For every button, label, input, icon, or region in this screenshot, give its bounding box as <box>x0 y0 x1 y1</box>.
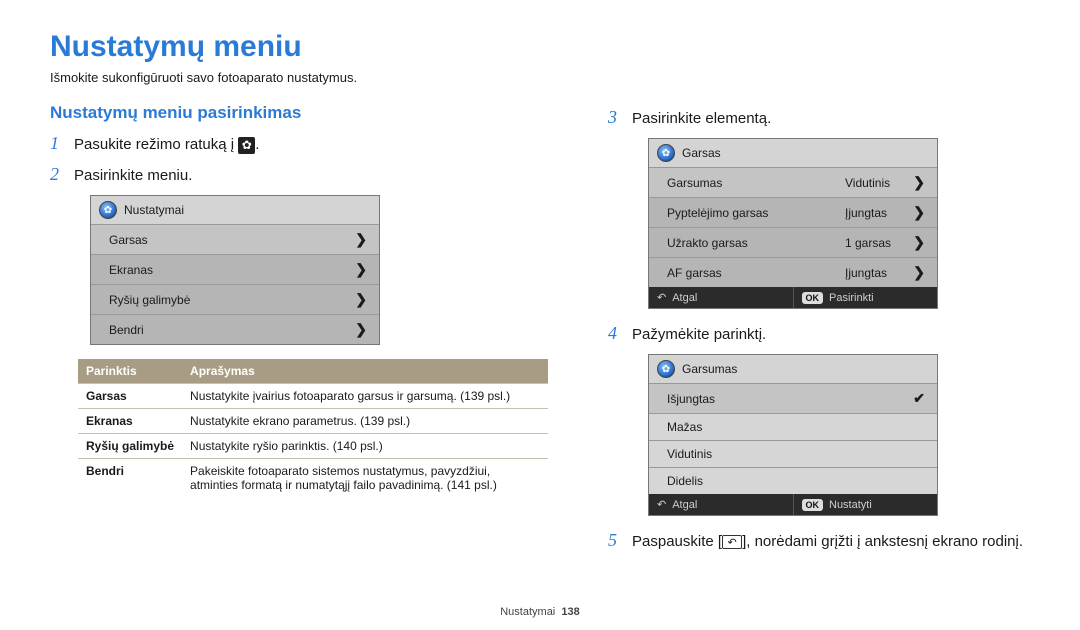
th-option: Parinktis <box>78 359 182 384</box>
options-table: Parinktis Aprašymas Garsas Nustatykite į… <box>78 359 548 497</box>
check-icon: ✔ <box>913 390 925 407</box>
ui-title: Garsas <box>682 146 721 160</box>
step-text: Paspauskite [↶], norėdami grįžti į ankst… <box>632 530 1023 550</box>
table-row: Bendri Pakeiskite fotoaparato sistemos n… <box>78 459 548 498</box>
camera-ui-sound-settings: ✿ Garsas Garsumas Vidutinis❯ Pyptelėjimo… <box>648 138 938 309</box>
th-desc: Aprašymas <box>182 359 548 384</box>
setting-uzrakto[interactable]: Užrakto garsas 1 garsas❯ <box>649 227 937 257</box>
chevron-right-icon: ❯ <box>913 264 925 281</box>
table-row: Ryšių galimybė Nustatykite ryšio parinkt… <box>78 434 548 459</box>
page-number: 138 <box>561 606 579 618</box>
option-mazas[interactable]: Mažas <box>649 413 937 440</box>
step-text: Pažymėkite parinktį. <box>632 323 766 343</box>
table-row: Garsas Nustatykite įvairius fotoaparato … <box>78 384 548 409</box>
step-number: 2 <box>50 164 66 185</box>
footer-ok[interactable]: OK Nustatyti <box>794 494 938 515</box>
option-didelis[interactable]: Didelis <box>649 467 937 494</box>
chevron-right-icon: ❯ <box>913 174 925 191</box>
ui-header: ✿ Garsas <box>649 139 937 167</box>
menu-item-rysiu[interactable]: Ryšių galimybė ❯ <box>91 284 379 314</box>
gear-icon: ✿ <box>238 137 255 154</box>
mode-dial-icon: ✿ <box>657 360 675 378</box>
table-row: Ekranas Nustatykite ekrano parametrus. (… <box>78 409 548 434</box>
ui-header: ✿ Nustatymai <box>91 196 379 224</box>
return-icon: ↶ <box>657 291 666 304</box>
step-4: 4 Pažymėkite parinktį. <box>608 323 1030 344</box>
ui-header: ✿ Garsumas <box>649 355 937 383</box>
footer-back[interactable]: ↶ Atgal <box>649 287 794 308</box>
ui-title: Garsumas <box>682 362 737 376</box>
chevron-right-icon: ❯ <box>913 234 925 251</box>
camera-ui-volume-options: ✿ Garsumas Išjungtas ✔ Mažas Vidutinis D… <box>648 354 938 516</box>
menu-item-bendri[interactable]: Bendri ❯ <box>91 314 379 344</box>
intro-text: Išmokite sukonfigūruoti savo fotoaparato… <box>50 70 1030 85</box>
step-3: 3 Pasirinkite elementą. <box>608 107 1030 128</box>
option-isjungtas[interactable]: Išjungtas ✔ <box>649 383 937 413</box>
step-5: 5 Paspauskite [↶], norėdami grįžti į ank… <box>608 530 1030 551</box>
step-number: 5 <box>608 530 624 551</box>
ui-title: Nustatymai <box>124 203 184 217</box>
chevron-right-icon: ❯ <box>355 231 367 248</box>
col-right: 3 Pasirinkite elementą. ✿ Garsas Garsuma… <box>608 103 1030 561</box>
ui-footer: ↶ Atgal OK Nustatyti <box>649 494 937 515</box>
menu-item-ekranas[interactable]: Ekranas ❯ <box>91 254 379 284</box>
col-left: Nustatymų meniu pasirinkimas 1 Pasukite … <box>50 103 548 561</box>
menu-item-garsas[interactable]: Garsas ❯ <box>91 224 379 254</box>
mode-dial-icon: ✿ <box>657 144 675 162</box>
chevron-right-icon: ❯ <box>913 204 925 221</box>
return-icon: ↶ <box>657 498 666 511</box>
page-title: Nustatymų meniu <box>50 30 1030 64</box>
footer-ok[interactable]: OK Pasirinkti <box>794 287 938 308</box>
mode-dial-icon: ✿ <box>99 201 117 219</box>
footer-back[interactable]: ↶ Atgal <box>649 494 794 515</box>
option-vidutinis[interactable]: Vidutinis <box>649 440 937 467</box>
step-2: 2 Pasirinkite meniu. <box>50 164 548 185</box>
setting-garsumas[interactable]: Garsumas Vidutinis❯ <box>649 167 937 197</box>
chevron-right-icon: ❯ <box>355 321 367 338</box>
step-number: 1 <box>50 133 66 154</box>
chevron-right-icon: ❯ <box>355 291 367 308</box>
section-heading: Nustatymų meniu pasirinkimas <box>50 103 548 123</box>
ok-key-icon: OK <box>802 292 824 304</box>
page-footer: Nustatymai 138 <box>0 606 1080 618</box>
step-number: 3 <box>608 107 624 128</box>
camera-ui-menu: ✿ Nustatymai Garsas ❯ Ekranas ❯ Ryšių ga… <box>90 195 380 345</box>
step-text: Pasirinkite elementą. <box>632 107 771 127</box>
setting-pyptelejimo[interactable]: Pyptelėjimo garsas Įjungtas❯ <box>649 197 937 227</box>
return-icon: ↶ <box>722 535 742 549</box>
ok-key-icon: OK <box>802 499 824 511</box>
step-number: 4 <box>608 323 624 344</box>
step-text: Pasirinkite meniu. <box>74 164 192 184</box>
setting-af-garsas[interactable]: AF garsas Įjungtas❯ <box>649 257 937 287</box>
chevron-right-icon: ❯ <box>355 261 367 278</box>
step-1: 1 Pasukite režimo ratuką į ✿. <box>50 133 548 154</box>
step-text: Pasukite režimo ratuką į ✿. <box>74 133 259 154</box>
ui-footer: ↶ Atgal OK Pasirinkti <box>649 287 937 308</box>
